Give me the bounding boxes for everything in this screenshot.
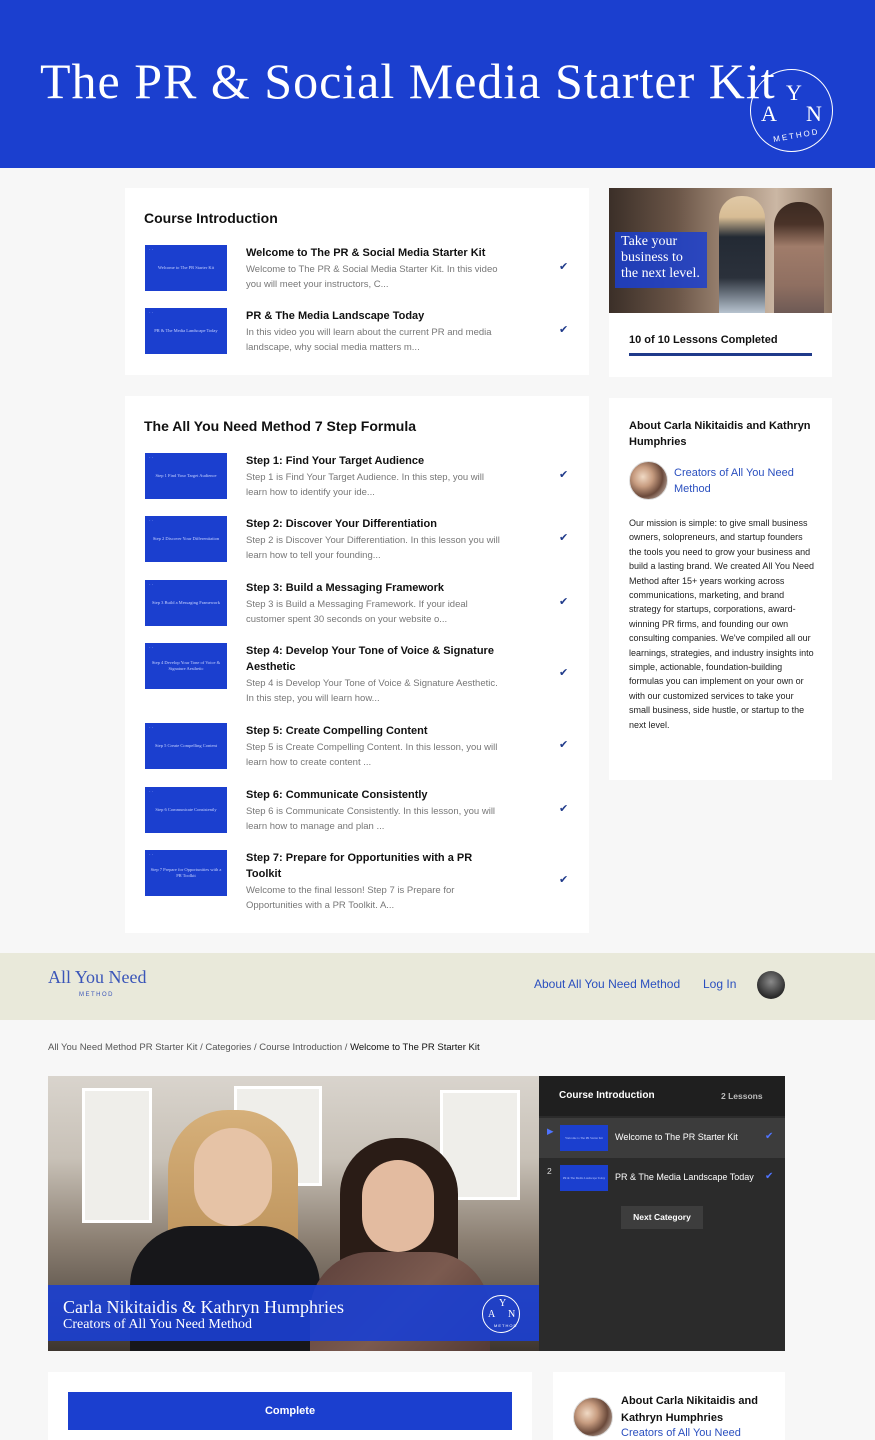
lesson-item[interactable]: · · Step 3 Build a Messaging Framework St… — [145, 580, 575, 630]
playlist-item-number: 2 — [547, 1166, 552, 1176]
lesson-title[interactable]: Step 6: Communicate Consistently — [246, 787, 516, 803]
playlist-item[interactable]: ▶ Welcome to The PR Starter Kit Welcome … — [539, 1118, 785, 1158]
check-icon: ✔ — [559, 469, 569, 481]
lesson-description: Step 3 is Build a Messaging Framework. I… — [246, 599, 468, 625]
check-icon: ✔ — [559, 532, 569, 544]
lesson-item[interactable]: · · PR & The Media Landscape Today PR & T… — [145, 308, 575, 358]
lesson-description: Welcome to The PR & Social Media Starter… — [246, 264, 498, 290]
lesson-item[interactable]: · · Welcome to The PR Starter Kit Welcome… — [145, 245, 575, 295]
course-intro-card: Course Introduction · · Welcome to The PR… — [125, 188, 589, 375]
check-icon: ✔ — [559, 596, 569, 608]
check-icon: ✔ — [765, 1131, 774, 1142]
about-title: About Carla Nikitaidis and Kathryn Humph… — [629, 420, 811, 448]
check-icon: ✔ — [559, 261, 569, 273]
lesson-item[interactable]: · · Step 6 Communicate Consistently Step … — [145, 787, 575, 837]
formula-card: The All You Need Method 7 Step Formula ·… — [125, 396, 589, 933]
creators-link[interactable]: Creators of All You Need — [621, 1427, 741, 1439]
lesson-description: Step 6 is Communicate Consistently. In t… — [246, 806, 496, 832]
lesson-thumbnail[interactable]: · · PR & The Media Landscape Today — [145, 308, 227, 354]
check-icon: ✔ — [559, 667, 569, 679]
lesson-playlist: Course Introduction 2 Lessons ▶ Welcome … — [539, 1076, 785, 1351]
playlist-thumbnail[interactable]: Welcome to The PR Starter Kit — [560, 1125, 608, 1151]
progress-fill — [629, 353, 812, 356]
lesson-thumbnail[interactable]: · · Step 4 Develop Your Tone of Voice & S… — [145, 643, 227, 689]
hero-banner: The PR & Social Media Starter Kit Y A N … — [0, 0, 875, 168]
complete-button[interactable]: Complete — [68, 1392, 512, 1430]
check-icon: ✔ — [559, 324, 569, 336]
lesson-thumbnail[interactable]: · · Step 6 Communicate Consistently — [145, 787, 227, 833]
lesson-item[interactable]: · · Step 7 Prepare for Opportunities with… — [145, 850, 575, 916]
progress-label: 10 of 10 Lessons Completed — [629, 334, 778, 346]
check-icon: ✔ — [559, 874, 569, 886]
complete-card: Complete — [48, 1372, 532, 1440]
section-title: The All You Need Method 7 Step Formula — [144, 418, 416, 434]
check-icon: ✔ — [765, 1171, 774, 1182]
lesson-description: In this video you will learn about the c… — [246, 327, 492, 353]
page-title: The PR & Social Media Starter Kit — [40, 53, 776, 109]
about-title: About Carla Nikitaidis and Kathryn Humph… — [621, 1395, 758, 1424]
lesson-title[interactable]: Step 1: Find Your Target Audience — [246, 453, 516, 469]
video-player[interactable]: Carla Nikitaidis & Kathryn Humphries Cre… — [48, 1076, 539, 1351]
breadcrumb-current: Welcome to The PR Starter Kit — [350, 1042, 480, 1053]
brand-logo-icon: Y A N METHOD — [482, 1295, 520, 1333]
lesson-title[interactable]: Step 5: Create Compelling Content — [246, 723, 516, 739]
play-icon: ▶ — [547, 1126, 554, 1136]
avatar — [573, 1397, 613, 1437]
lesson-thumbnail[interactable]: · · Step 5 Create Compelling Content — [145, 723, 227, 769]
instructors-photo: Take your business to the next level. — [609, 188, 832, 313]
lesson-thumbnail[interactable]: · · Welcome to The PR Starter Kit — [145, 245, 227, 291]
about-card-bottom: About Carla Nikitaidis and Kathryn Humph… — [553, 1372, 785, 1440]
playlist-item[interactable]: 2 PR & The Media Landscape Today PR & Th… — [539, 1158, 785, 1198]
nav-login-link[interactable]: Log In — [703, 977, 736, 991]
brand-logo[interactable]: All You Need — [48, 967, 147, 988]
lesson-description: Step 1 is Find Your Target Audience. In … — [246, 472, 484, 498]
playlist-count: 2 Lessons — [721, 1091, 763, 1101]
lesson-title[interactable]: Step 2: Discover Your Differentiation — [246, 516, 516, 532]
avatar — [629, 461, 668, 500]
lesson-thumbnail[interactable]: · · Step 2 Discover Your Differentiation — [145, 516, 227, 562]
video-name-caption: Carla Nikitaidis & Kathryn Humphries — [63, 1297, 344, 1317]
lesson-title[interactable]: PR & The Media Landscape Today — [246, 308, 516, 324]
mission-text: Our mission is simple: to give small bus… — [629, 518, 814, 730]
breadcrumb: All You Need Method PR Starter Kit / Cat… — [48, 1042, 480, 1053]
lesson-item[interactable]: · · Step 5 Create Compelling Content Step… — [145, 723, 575, 773]
lesson-description: Step 4 is Develop Your Tone of Voice & S… — [246, 678, 498, 704]
check-icon: ✔ — [559, 739, 569, 751]
breadcrumb-path[interactable]: All You Need Method PR Starter Kit / Cat… — [48, 1042, 350, 1053]
playlist-item-label[interactable]: Welcome to The PR Starter Kit — [615, 1132, 738, 1142]
lesson-title[interactable]: Welcome to The PR & Social Media Starter… — [246, 245, 516, 261]
lesson-description: Step 2 is Discover Your Differentiation.… — [246, 535, 500, 561]
lesson-thumbnail[interactable]: · · Step 3 Build a Messaging Framework — [145, 580, 227, 626]
brand-logo-icon: Y A N METHOD — [750, 69, 833, 152]
lesson-thumbnail[interactable]: · · Step 7 Prepare for Opportunities with… — [145, 850, 227, 896]
playlist-thumbnail[interactable]: PR & The Media Landscape Today — [560, 1165, 608, 1191]
video-subtitle-caption: Creators of All You Need Method — [63, 1317, 252, 1332]
lesson-item[interactable]: · · Step 2 Discover Your Differentiation … — [145, 516, 575, 566]
playlist-item-label[interactable]: PR & The Media Landscape Today — [615, 1172, 754, 1182]
video-lower-third: Carla Nikitaidis & Kathryn Humphries Cre… — [48, 1285, 539, 1341]
playlist-header: Course Introduction 2 Lessons — [539, 1076, 785, 1116]
lesson-description: Step 5 is Create Compelling Content. In … — [246, 742, 498, 768]
lesson-item[interactable]: · · Step 4 Develop Your Tone of Voice & S… — [145, 643, 575, 709]
lesson-thumbnail[interactable]: · · Step 1 Find Your Target Audience — [145, 453, 227, 499]
next-category-button[interactable]: Next Category — [621, 1206, 703, 1229]
nav-about-link[interactable]: About All You Need Method — [534, 977, 680, 991]
creators-link[interactable]: Creators of All You Need Method — [674, 465, 814, 497]
lesson-item[interactable]: · · Step 1 Find Your Target Audience Step… — [145, 453, 575, 503]
progress-bar — [629, 353, 812, 356]
lesson-title[interactable]: Step 3: Build a Messaging Framework — [246, 580, 516, 596]
lesson-title[interactable]: Step 4: Develop Your Tone of Voice & Sig… — [246, 643, 506, 675]
user-avatar[interactable] — [757, 971, 785, 999]
playlist-title: Course Introduction — [559, 1090, 655, 1101]
brand-logo-sub: METHOD — [79, 992, 114, 998]
photo-overlay-text: Take your business to the next level. — [615, 232, 707, 288]
section-title: Course Introduction — [144, 210, 278, 226]
lesson-title[interactable]: Step 7: Prepare for Opportunities with a… — [246, 850, 486, 882]
check-icon: ✔ — [559, 803, 569, 815]
lesson-description: Welcome to the final lesson! Step 7 is P… — [246, 885, 455, 911]
